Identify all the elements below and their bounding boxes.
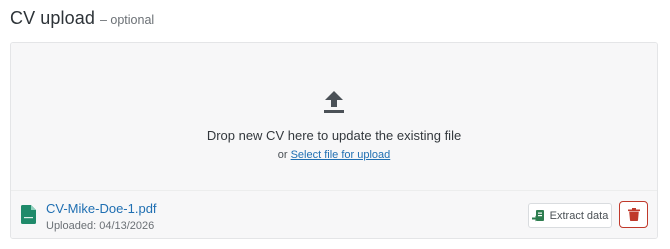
upload-card: Drop new CV here to update the existing … <box>10 42 658 239</box>
data-extract-icon <box>531 210 544 222</box>
optional-label: – optional <box>99 13 155 27</box>
section-header: CV upload – optional <box>10 8 154 29</box>
delete-file-button[interactable] <box>619 201 648 228</box>
drop-instruction: Drop new CV here to update the existing … <box>206 128 462 143</box>
extract-data-label: Extract data <box>549 209 609 222</box>
page-title: CV upload <box>10 8 95 28</box>
select-file-link[interactable]: Select file for upload <box>291 149 391 161</box>
file-name-link[interactable]: CV-Mike-Doe-1.pdf <box>46 201 157 216</box>
document-icon <box>21 205 36 224</box>
dropzone[interactable]: Drop new CV here to update the existing … <box>11 43 657 190</box>
upload-date: Uploaded: 04/13/2026 <box>46 220 155 232</box>
file-row: CV-Mike-Doe-1.pdf Uploaded: 04/13/2026 E… <box>11 190 657 238</box>
upload-icon <box>324 91 344 113</box>
or-text: or <box>277 149 288 161</box>
extract-data-button[interactable]: Extract data <box>528 203 612 228</box>
select-file-line: or Select file for upload <box>11 149 657 161</box>
trash-icon <box>627 208 640 221</box>
